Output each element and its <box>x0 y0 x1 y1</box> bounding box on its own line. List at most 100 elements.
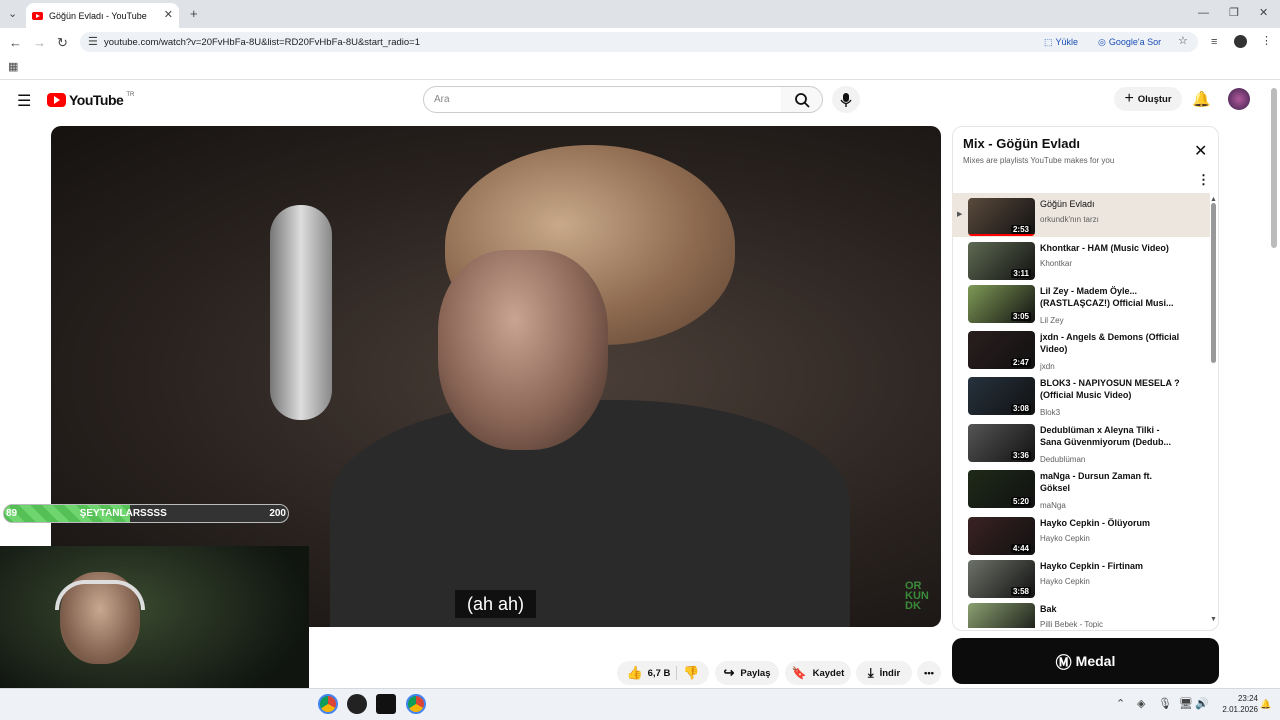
playlist-item[interactable]: 2:47 jxdn - Angels & Demons (Official Vid… <box>952 326 1210 371</box>
tab-search-icon[interactable]: ⌄ <box>8 9 17 20</box>
playlist-item-thumbnail[interactable]: 3:05 <box>968 285 1035 323</box>
tray-chevron-icon[interactable]: ⌃ <box>1116 699 1125 710</box>
playlist-item[interactable]: 3:05 Lil Zey - Madem Öyle... (RASTLAŞCAZ!… <box>952 280 1210 325</box>
playlist-item-title[interactable]: Dedublüman x Aleyna Tilki - Sana Güvenmi… <box>1040 424 1180 448</box>
playlist-item[interactable]: 3:58 Hayko Cepkin - Firtinam Hayko Cepkin <box>952 555 1210 599</box>
close-playlist-icon[interactable]: ✕ <box>1194 141 1207 161</box>
microphone-icon <box>840 92 852 107</box>
tray-app-icon[interactable]: ◈ <box>1137 699 1145 710</box>
search-button[interactable] <box>781 86 823 113</box>
notification-center-icon[interactable]: 🔔 <box>1260 699 1271 710</box>
create-button[interactable]: + Oluştur <box>1114 87 1182 111</box>
playlist-title: Mix - Göğün Evladı <box>963 136 1081 151</box>
playlist-item[interactable]: ▶ 2:53 Göğün Evladı orkundk'nın tarzı <box>952 193 1210 237</box>
chrome-second-taskbar-icon[interactable] <box>406 694 426 714</box>
playlist-item-duration: 3:36 <box>1010 451 1031 460</box>
playlist-item-title[interactable]: Lil Zey - Madem Öyle... (RASTLAŞCAZ!) Of… <box>1040 285 1180 309</box>
app-taskbar-icon[interactable] <box>347 694 367 714</box>
playlist-scrollbar[interactable] <box>1211 203 1216 363</box>
playlist-item-title[interactable]: maNga - Dursun Zaman ft. Göksel <box>1040 470 1180 494</box>
browser-menu-icon[interactable]: ⋮ <box>1261 36 1272 47</box>
forward-icon[interactable]: → <box>33 36 46 49</box>
save-button[interactable]: 🔖 Kaydet <box>785 661 851 685</box>
site-info-icon[interactable]: ☰ <box>88 37 98 48</box>
system-clock[interactable]: 23:24 2.01.2026 <box>1214 693 1258 715</box>
download-label: İndir <box>879 667 901 679</box>
playlist-item-title[interactable]: Bak <box>1040 603 1180 615</box>
media-controls-icon[interactable]: ≡ <box>1211 37 1217 48</box>
playlist-item[interactable]: 3:11 Khontkar - HAM (Music Video) Khontkar <box>952 237 1210 281</box>
playlist-item-title[interactable]: BLOK3 - NAPIYOSUN MESELA ? (Official Mus… <box>1040 377 1180 401</box>
playlist-item-thumbnail[interactable]: 3:58 <box>968 560 1035 598</box>
network-icon[interactable]: 🖥 <box>1179 699 1193 710</box>
playlist-item[interactable]: 3:08 BLOK3 - NAPIYOSUN MESELA ? (Official… <box>952 372 1210 417</box>
youtube-logo[interactable]: YouTube TR <box>47 92 134 108</box>
playlist-item-thumbnail[interactable]: 3:08 <box>968 377 1035 415</box>
like-button[interactable]: 👍 6,7 B <box>626 665 670 681</box>
dislike-button[interactable]: 👎 <box>683 665 699 681</box>
playlist-item-thumbnail[interactable]: 5:20 <box>968 470 1035 508</box>
more-actions-button[interactable]: ••• <box>917 661 941 685</box>
playlist-item-channel: Blok3 <box>1040 408 1061 417</box>
playlist-item[interactable]: 5:20 maNga - Dursun Zaman ft. Göksel maNga <box>952 465 1210 510</box>
address-bar[interactable]: ☰ youtube.com/watch?v=20FvHbFa-8U&list=R… <box>80 32 1198 52</box>
playlist-item-title[interactable]: jxdn - Angels & Demons (Official Video) <box>1040 331 1180 355</box>
volume-icon[interactable]: 🔊 <box>1195 699 1209 710</box>
search-input[interactable]: Ara <box>423 86 782 113</box>
playlist-item-thumbnail[interactable]: 3:36 <box>968 424 1035 462</box>
playlist-item-title[interactable]: Hayko Cepkin - Ölüyorum <box>1040 517 1180 529</box>
apps-grid-icon[interactable]: ▦ <box>8 62 18 73</box>
playlist-item-thumbnail[interactable]: 2:53 <box>968 198 1035 236</box>
scroll-up-icon[interactable]: ▲ <box>1210 196 1217 203</box>
save-label: Kaydet <box>812 667 845 679</box>
profile-avatar[interactable] <box>1234 35 1247 48</box>
playlist-item-thumbnail[interactable]: 4:44 <box>968 517 1035 555</box>
playlist-item-channel: Lil Zey <box>1040 316 1064 325</box>
epic-games-taskbar-icon[interactable] <box>376 694 396 714</box>
share-label: Paylaş <box>740 667 771 679</box>
download-button[interactable]: ⤓ İndir <box>856 661 912 685</box>
browser-tab[interactable]: Göğün Evladı - YouTube ✕ <box>26 3 179 28</box>
playlist-menu-icon[interactable]: ⋮ <box>1197 172 1210 188</box>
playlist-item-title[interactable]: Hayko Cepkin - Firtinam <box>1040 560 1180 572</box>
upload-label: Yükle <box>1055 37 1079 47</box>
upload-chip[interactable]: ⬚ Yükle <box>1044 35 1078 49</box>
playlist-item-duration: 3:08 <box>1010 404 1031 413</box>
playlist-item[interactable]: 3:36 Dedublüman x Aleyna Tilki - Sana Güv… <box>952 419 1210 464</box>
window-close-icon[interactable]: ✕ <box>1259 8 1268 19</box>
playlist-item-title[interactable]: Khontkar - HAM (Music Video) <box>1040 242 1180 254</box>
medal-logo-icon: Ⓜ <box>1055 655 1072 672</box>
playlist-item[interactable]: 4:44 Hayko Cepkin - Ölüyorum Hayko Cepkin <box>952 512 1210 556</box>
tab-title: Göğün Evladı - YouTube <box>49 10 147 21</box>
playlist-item-duration: 2:47 <box>1010 358 1031 367</box>
playlist-item-thumbnail[interactable]: 3:11 <box>968 242 1035 280</box>
account-avatar[interactable] <box>1228 88 1250 110</box>
tray-mic-icon[interactable]: 🎙 <box>1158 699 1172 710</box>
playlist-subtitle: Mixes are playlists YouTube makes for yo… <box>963 156 1115 165</box>
medal-ad[interactable]: Ⓜ Medal <box>952 638 1219 684</box>
google-lens-chip[interactable]: ◎ Google'a Sor <box>1098 35 1161 49</box>
playlist-item[interactable]: Bak Pilli Bebek - Topic <box>952 598 1210 628</box>
youtube-favicon-icon <box>32 11 43 20</box>
scroll-down-icon[interactable]: ▼ <box>1210 616 1217 623</box>
close-tab-icon[interactable]: ✕ <box>164 10 173 21</box>
notifications-bell-icon[interactable]: 🔔 <box>1192 90 1211 108</box>
url-text[interactable]: youtube.com/watch?v=20FvHbFa-8U&list=RD2… <box>104 37 420 48</box>
voice-search-button[interactable] <box>832 86 860 113</box>
playlist-item-thumbnail[interactable] <box>968 603 1035 628</box>
region-code: TR <box>126 92 135 98</box>
reload-icon[interactable]: ↻ <box>57 36 68 49</box>
restore-icon[interactable]: ❐ <box>1229 8 1239 19</box>
playlist-item-thumbnail[interactable]: 2:47 <box>968 331 1035 369</box>
menu-hamburger-icon[interactable]: ☰ <box>17 91 31 111</box>
new-tab-icon[interactable]: + <box>190 7 198 20</box>
bookmarks-bar: ▦ <box>0 56 1280 80</box>
search-icon <box>794 92 810 108</box>
back-icon[interactable]: ← <box>9 36 22 49</box>
minimize-icon[interactable]: — <box>1198 8 1209 19</box>
share-button[interactable]: ↪ Paylaş <box>715 661 779 685</box>
playlist-item-duration: 3:05 <box>1010 312 1031 321</box>
bookmark-star-icon[interactable]: ☆ <box>1178 36 1188 47</box>
playlist-item-title[interactable]: Göğün Evladı <box>1040 198 1180 210</box>
chrome-taskbar-icon[interactable] <box>318 694 338 714</box>
